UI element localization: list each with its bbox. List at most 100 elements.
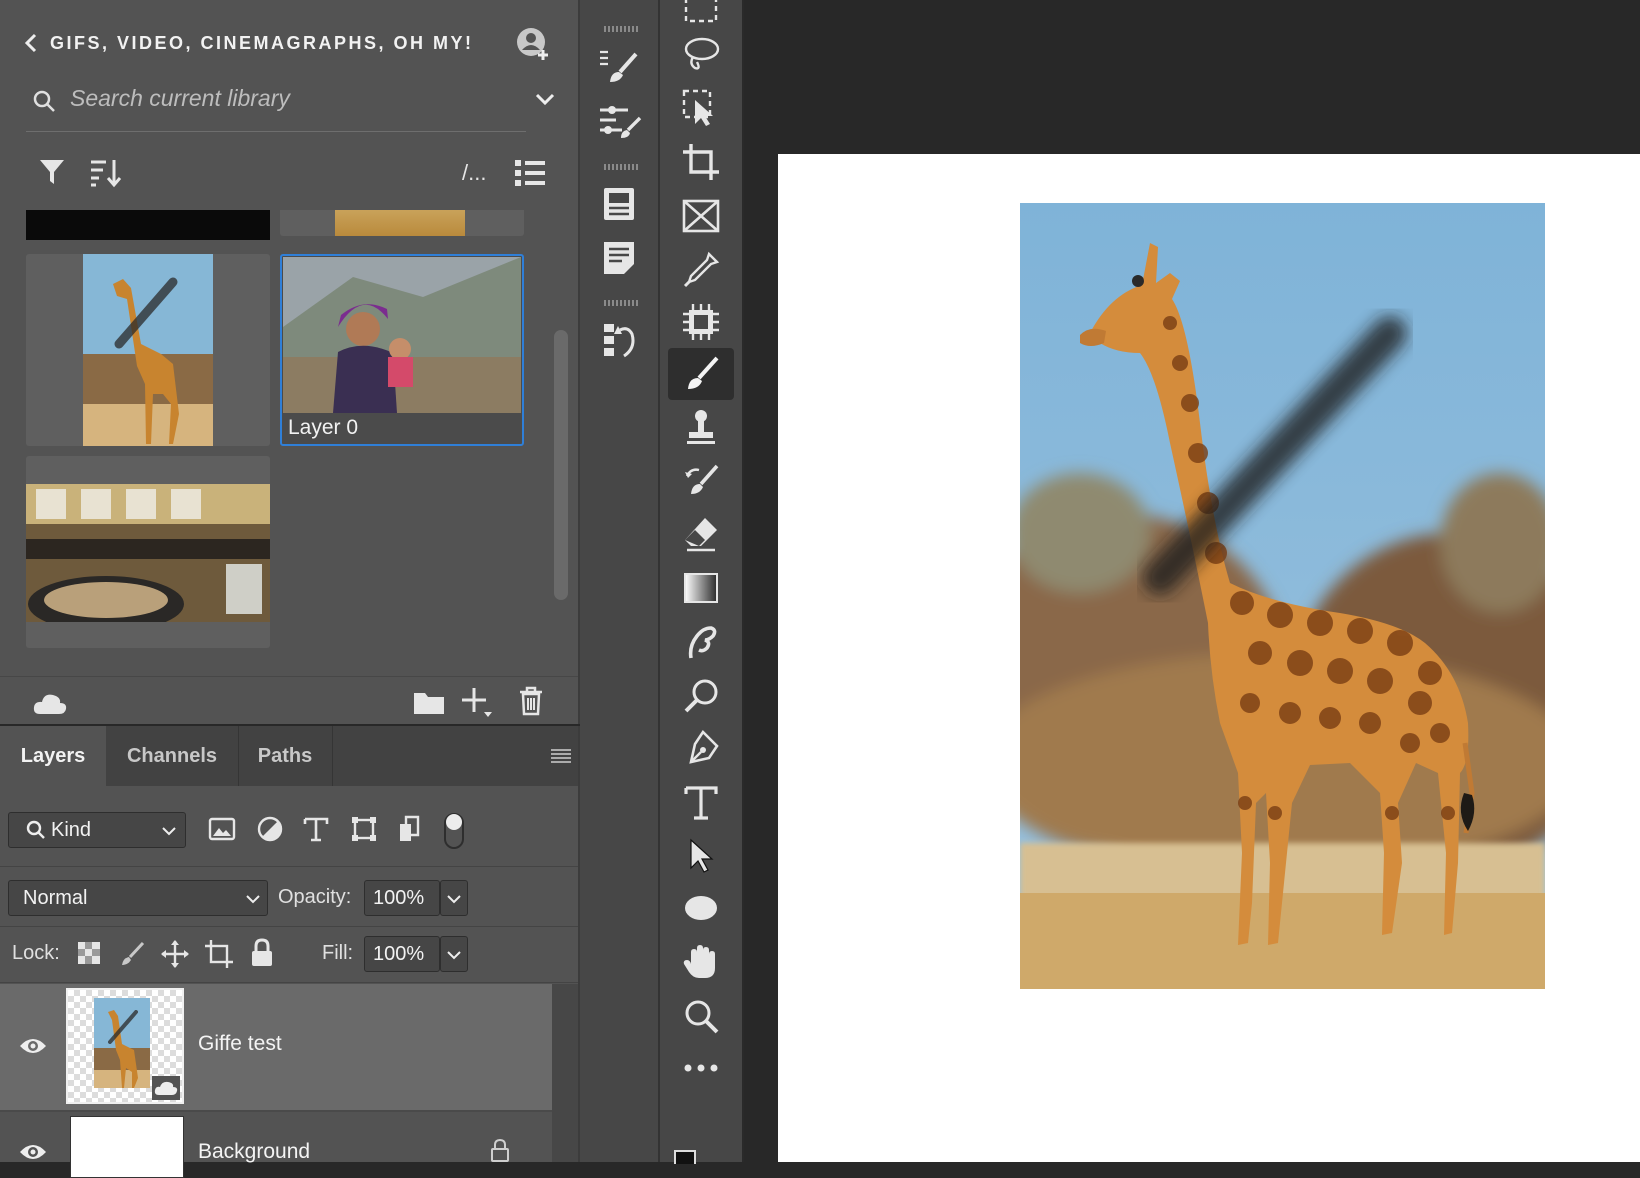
view-path-label[interactable]: /... xyxy=(462,160,486,186)
cloud-icon[interactable] xyxy=(32,690,68,716)
giraffe-photo xyxy=(1020,203,1545,989)
lock-all-icon[interactable] xyxy=(250,938,274,968)
chevron-down-icon xyxy=(446,893,462,905)
list-view-icon[interactable] xyxy=(514,158,546,188)
dodge-tool-icon[interactable] xyxy=(668,670,734,722)
library-item-giraffe[interactable] xyxy=(26,254,270,446)
chevron-down-icon xyxy=(161,825,177,837)
brush-tool-icon[interactable] xyxy=(668,348,734,400)
opacity-input[interactable]: 100% xyxy=(364,880,440,916)
layers-scrollbar-track[interactable] xyxy=(552,984,578,1162)
sort-icon[interactable] xyxy=(88,157,122,189)
library-title[interactable]: GIFS, VIDEO, CINEMAGRAPHS, OH MY! xyxy=(50,33,474,54)
layers-panel: Layers Channels Paths Kind Normal Opacit… xyxy=(0,726,580,1178)
eye-visibility-icon[interactable] xyxy=(18,1036,48,1056)
new-group-folder-icon[interactable] xyxy=(412,688,446,716)
cloud-icon xyxy=(152,1076,180,1100)
fill-value: 100% xyxy=(373,943,425,965)
chevron-down-icon xyxy=(245,893,261,905)
back-chevron-icon[interactable] xyxy=(22,32,40,54)
type-layer-filter-icon[interactable] xyxy=(302,815,330,843)
lock-label: Lock: xyxy=(12,942,60,964)
blend-mode-select[interactable]: Normal xyxy=(8,880,268,916)
fill-label: Fill: xyxy=(322,942,354,964)
lock-transparent-pixels-icon[interactable] xyxy=(76,940,102,966)
fill-input[interactable]: 100% xyxy=(364,936,440,972)
content-aware-tool-icon[interactable] xyxy=(668,296,734,348)
eraser-tool-icon[interactable] xyxy=(668,508,734,560)
layer-row-background[interactable]: Background xyxy=(0,1112,552,1178)
layers-list: Giffe test Background xyxy=(0,984,552,1178)
type-tool-icon[interactable] xyxy=(668,776,734,828)
shape-layer-filter-icon[interactable] xyxy=(350,815,378,843)
gradient-tool-icon[interactable] xyxy=(668,562,734,614)
opacity-value: 100% xyxy=(373,887,425,909)
filter-toggle-switch[interactable] xyxy=(442,810,466,852)
lasso-tool-icon[interactable] xyxy=(668,28,734,80)
eyedropper-tool-icon[interactable] xyxy=(668,244,734,296)
pixel-layer-filter-icon[interactable] xyxy=(208,815,236,843)
search-icon xyxy=(32,89,58,115)
lock-position-move-icon[interactable] xyxy=(160,939,190,969)
layer-name[interactable]: Giffe test xyxy=(198,1032,282,1056)
kind-filter-label: Kind xyxy=(51,819,92,841)
adjustment-layer-filter-icon[interactable] xyxy=(256,815,284,843)
smart-object-filter-icon[interactable] xyxy=(396,815,424,843)
pen-tool-icon[interactable] xyxy=(668,722,734,774)
search-icon xyxy=(25,819,47,841)
chevron-down-icon xyxy=(446,949,462,961)
blend-mode-value: Normal xyxy=(23,887,88,909)
lock-image-pixels-brush-icon[interactable] xyxy=(118,940,146,968)
panel-icons-column xyxy=(580,0,660,1162)
document-canvas[interactable] xyxy=(778,154,1640,1162)
ellipse-tool-icon[interactable] xyxy=(668,882,734,934)
kind-filter-select[interactable]: Kind xyxy=(8,812,186,848)
libraries-panel: GIFS, VIDEO, CINEMAGRAPHS, OH MY! Search… xyxy=(0,0,580,724)
library-search-input[interactable]: Search current library xyxy=(70,85,290,112)
library-item-savanna[interactable] xyxy=(280,210,524,236)
more-tools-icon[interactable] xyxy=(668,1042,734,1094)
tab-layers[interactable]: Layers xyxy=(0,726,106,786)
opacity-label: Opacity: xyxy=(278,886,352,908)
tab-channels[interactable]: Channels xyxy=(106,726,239,786)
tools-toolbar xyxy=(660,0,744,1164)
hand-tool-icon[interactable] xyxy=(668,936,734,988)
portrait-thumbnail xyxy=(283,257,521,413)
tab-paths[interactable]: Paths xyxy=(238,726,333,786)
filter-icon[interactable] xyxy=(38,157,66,187)
panel-menu-icon[interactable] xyxy=(550,748,572,764)
restaurant-thumbnail xyxy=(26,484,270,622)
library-grid: Layer 0 xyxy=(0,210,578,650)
library-item-restaurant[interactable] xyxy=(26,456,270,648)
zoom-tool-icon[interactable] xyxy=(668,990,734,1042)
fill-dropdown-button[interactable] xyxy=(440,936,468,972)
library-item-layer-0[interactable]: Layer 0 xyxy=(280,254,524,446)
brush-settings-icon[interactable] xyxy=(598,48,640,90)
library-scrollbar[interactable] xyxy=(554,330,568,600)
trash-icon[interactable] xyxy=(518,686,544,716)
history-brush-tool-icon[interactable] xyxy=(668,456,734,508)
smudge-tool-icon[interactable] xyxy=(668,616,734,668)
layer-thumbnail xyxy=(66,988,184,1104)
object-selection-tool-icon[interactable] xyxy=(668,82,734,134)
library-item-video[interactable] xyxy=(26,210,270,240)
library-item-label: Layer 0 xyxy=(288,416,359,439)
crop-tool-icon[interactable] xyxy=(668,136,734,188)
opacity-dropdown-button[interactable] xyxy=(440,880,468,916)
brush-presets-icon[interactable] xyxy=(598,104,642,140)
layer-name[interactable]: Background xyxy=(198,1140,310,1164)
notes-panel-icon[interactable] xyxy=(602,240,636,276)
lock-artboard-icon[interactable] xyxy=(204,939,234,969)
layer-row-giraffe-test[interactable]: Giffe test xyxy=(0,984,552,1110)
properties-panel-icon[interactable] xyxy=(602,186,636,222)
clone-stamp-tool-icon[interactable] xyxy=(668,402,734,454)
path-selection-tool-icon[interactable] xyxy=(668,830,734,882)
chevron-down-icon[interactable] xyxy=(534,90,556,108)
invite-user-icon[interactable] xyxy=(515,26,553,64)
add-icon[interactable] xyxy=(460,686,494,720)
layer-thumbnail xyxy=(70,1116,184,1178)
frame-tool-icon[interactable] xyxy=(668,190,734,242)
history-panel-icon[interactable] xyxy=(602,322,638,360)
eye-visibility-icon[interactable] xyxy=(18,1142,48,1162)
giraffe-thumbnail xyxy=(83,254,213,446)
